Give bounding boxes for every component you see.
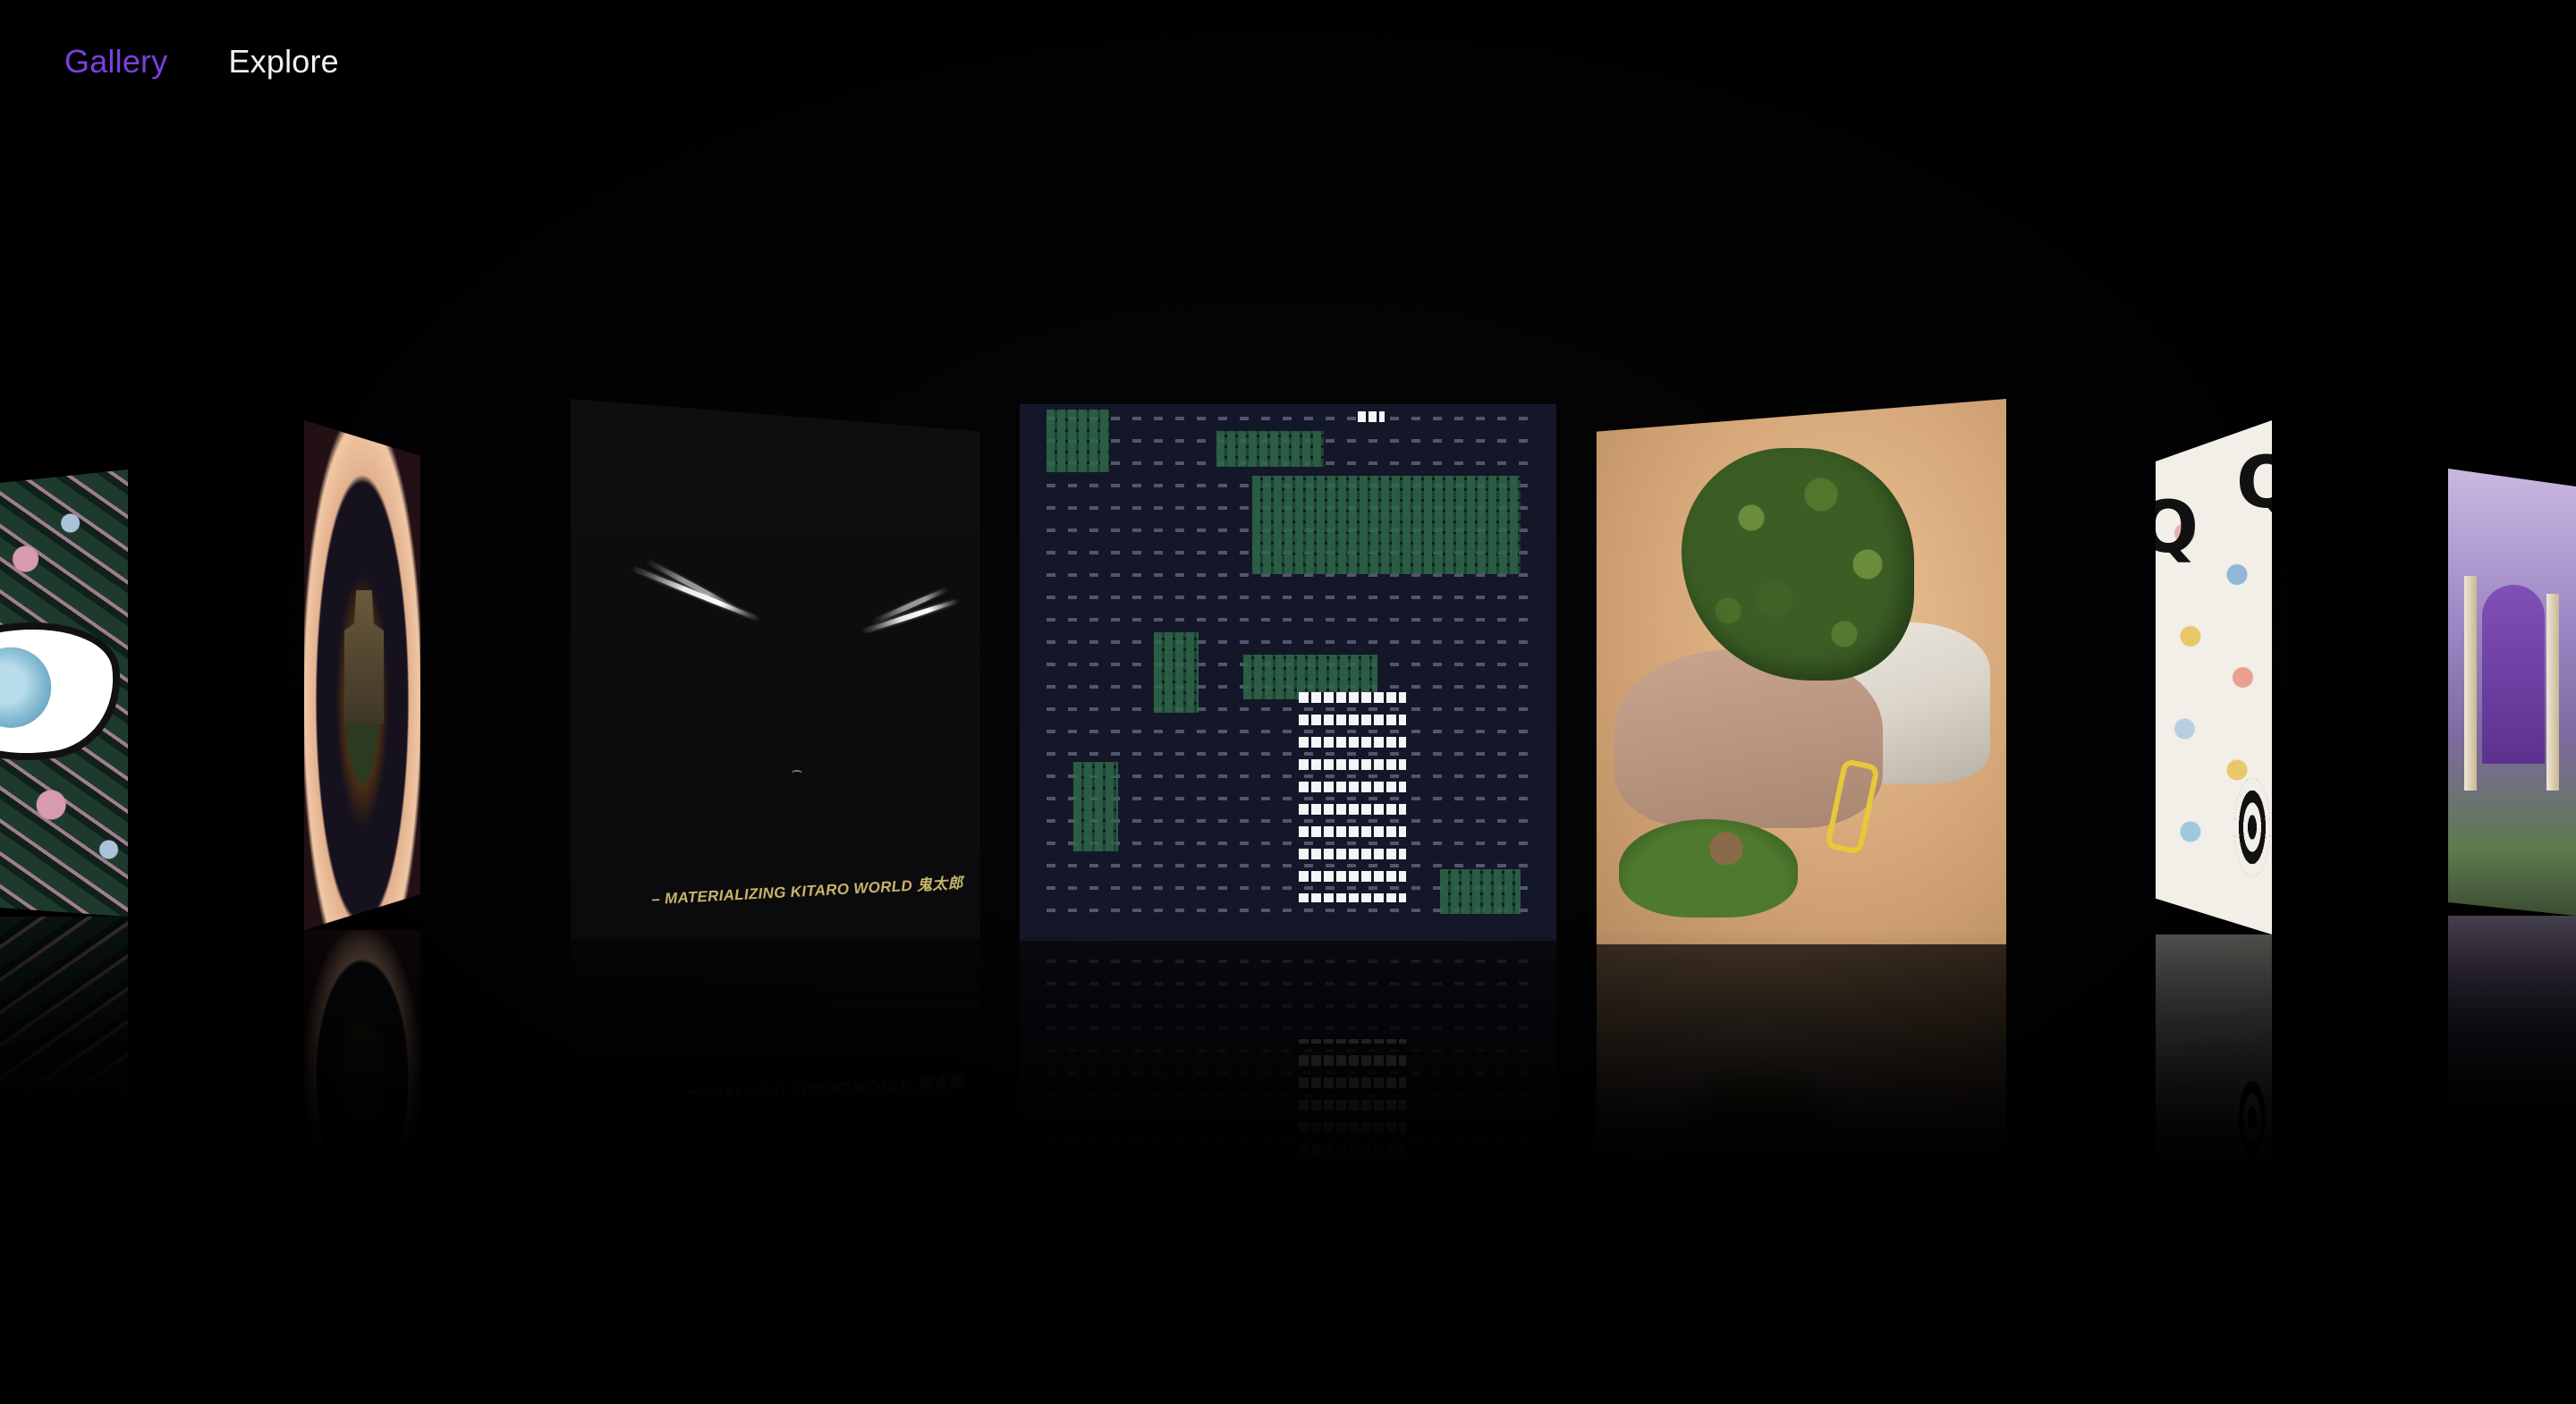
artwork-image — [304, 420, 420, 930]
gallery-card-castle[interactable] — [304, 420, 420, 930]
green-glyph-cluster — [1216, 431, 1324, 467]
pillar-graphic — [2464, 576, 2477, 791]
green-glyph-cluster — [1046, 410, 1109, 472]
diorama-graphic — [1619, 819, 1798, 918]
concentric-rings-reflection — [2234, 1069, 2270, 1167]
gallery-page: Gallery Explore – MATERIALIZING KITARO W… — [0, 0, 2576, 1404]
green-glyph-cluster — [1252, 476, 1521, 574]
eye-graphic — [0, 609, 128, 774]
white-glyph-column — [1299, 692, 1406, 902]
q-letter: Q — [2236, 441, 2272, 524]
white-glyph-cluster — [1358, 411, 1385, 422]
gallery-card-medusa[interactable] — [1597, 399, 2006, 944]
carousel-3d[interactable]: – MATERIALIZING KITARO WORLD 鬼太郎 – MATER… — [0, 0, 2576, 1404]
left-eye-stroke — [632, 566, 759, 622]
left-eye-stroke — [647, 559, 736, 611]
artwork-image — [1597, 399, 2006, 944]
concentric-rings-graphic — [2234, 778, 2270, 876]
artwork-image: – MATERIALIZING KITARO WORLD 鬼太郎 — [571, 399, 980, 939]
top-nav: Gallery Explore — [64, 43, 339, 80]
card-reflection — [0, 917, 128, 1149]
nav-gallery-link[interactable]: Gallery — [64, 43, 167, 80]
green-glyph-cluster — [1073, 762, 1118, 851]
card-reflection — [2448, 916, 2576, 1148]
snake-hair-graphic — [1682, 448, 1914, 681]
gallery-card-glyph-grid[interactable] — [1020, 404, 1556, 941]
gallery-card-kitaro[interactable]: – MATERIALIZING KITARO WORLD 鬼太郎 — [571, 399, 980, 939]
pillar-graphic — [2546, 594, 2559, 791]
gallery-card-eye-pattern[interactable] — [0, 469, 128, 917]
card-reflection — [1020, 941, 1556, 1209]
gallery-card-palace[interactable] — [2448, 469, 2576, 916]
green-glyph-cluster — [1440, 869, 1521, 914]
green-glyph-cluster — [1154, 632, 1199, 713]
card-reflection — [304, 930, 420, 1198]
artwork-caption: – MATERIALIZING KITARO WORLD 鬼太郎 — [650, 874, 964, 909]
q-letter: Q — [2156, 486, 2199, 569]
gallery-card-q-pattern[interactable]: Q Q — [2156, 420, 2272, 935]
card-reflection: – MATERIALIZING KITARO WORLD 鬼太郎 — [571, 939, 980, 1136]
castle-graphic — [344, 590, 384, 724]
artwork-caption-reflection: – MATERIALIZING KITARO WORLD 鬼太郎 — [650, 1073, 964, 1108]
artwork-image: Q Q — [2156, 420, 2272, 935]
glyph-pattern-reflection — [1046, 941, 1530, 1209]
artwork-image — [2448, 469, 2576, 916]
nav-explore-link[interactable]: Explore — [228, 43, 338, 80]
artwork-image — [1020, 404, 1556, 941]
card-reflection — [2156, 935, 2272, 1203]
arch-graphic — [2482, 585, 2545, 764]
card-reflection — [1597, 944, 2006, 1195]
artwork-image — [0, 469, 128, 917]
nose-mark — [792, 770, 802, 776]
